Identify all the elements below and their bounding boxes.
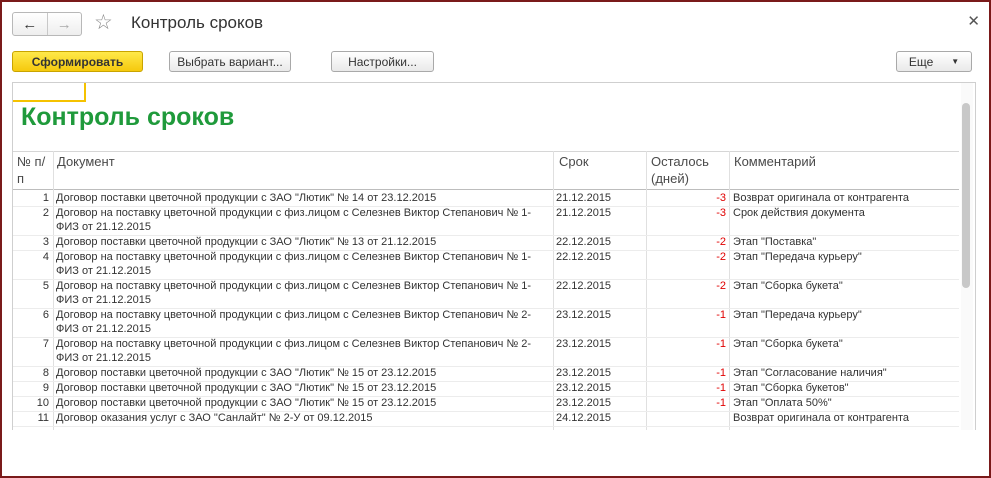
days-left-cell: -1 (716, 309, 726, 321)
days-left-cell: -1 (716, 382, 726, 394)
document-cell: Договор поставки цветочной продукции с З… (56, 367, 437, 379)
table-row[interactable]: 8 Договор поставки цветочной продукции с … (13, 366, 959, 381)
report-document[interactable]: Контроль сроков № п/п Документ Срок Оста… (12, 82, 976, 430)
document-cell: Договор на поставку цветочной продукции … (56, 338, 532, 364)
comment-cell: Возврат оригинала от контрагента (733, 412, 909, 424)
document-cell: Договор на поставку цветочной продукции … (56, 207, 532, 233)
row-number: 5 (42, 280, 49, 292)
comment-cell: Этап "Оплата 50%" (733, 397, 832, 409)
navigation-buttons: ← → (12, 12, 82, 36)
days-left-cell: -2 (716, 280, 726, 292)
row-number: 1 (42, 192, 49, 204)
comment-cell: Срок действия документа (733, 207, 865, 219)
header-top-border (13, 151, 959, 152)
due-date-cell: 24.12.2015 (556, 412, 612, 424)
row-number: 9 (42, 382, 49, 394)
comment-cell: Этап "Поставка" (733, 236, 817, 248)
column-header-date: Срок (559, 154, 589, 169)
row-number: 4 (42, 251, 49, 263)
active-cell-marker (13, 83, 86, 102)
document-cell: Договор поставки цветочной продукции с З… (56, 382, 437, 394)
column-header-days-left: Осталось (дней) (651, 154, 709, 186)
document-cell: Договор на поставку цветочной продукции … (56, 280, 532, 306)
due-date-cell: 23.12.2015 (556, 309, 612, 321)
table-row[interactable]: 11 Договор оказания услуг с ЗАО "Санлайт"… (13, 411, 959, 426)
row-number: 3 (42, 236, 49, 248)
table-row[interactable]: 1 Договор поставки цветочной продукции с … (13, 191, 959, 206)
report-window: ← → ☆ Контроль сроков ✕ Сформировать Выб… (0, 0, 991, 478)
comment-cell: Этап "Передача курьеру" (733, 309, 862, 321)
document-cell: Договор на поставку цветочной продукции … (56, 309, 532, 335)
due-date-cell: 22.12.2015 (556, 280, 612, 292)
table-row[interactable]: 2 Договор на поставку цветочной продукции… (13, 206, 959, 235)
table-row[interactable]: 10 Договор поставки цветочной продукции с… (13, 396, 959, 411)
document-cell: Договор оказания услуг с ЗАО "Санлайт" №… (56, 412, 373, 424)
document-cell: Договор поставки цветочной продукции с З… (56, 397, 437, 409)
star-icon[interactable]: ☆ (94, 11, 113, 35)
document-cell: Договор поставки цветочной продукции с З… (56, 192, 437, 204)
days-left-cell: -3 (716, 192, 726, 204)
choose-variant-button[interactable]: Выбрать вариант... (169, 51, 291, 72)
due-date-cell: 23.12.2015 (556, 338, 612, 350)
column-header-num: № п/п (17, 154, 46, 186)
arrow-left-icon[interactable]: ← (13, 13, 47, 35)
due-date-cell: 23.12.2015 (556, 382, 612, 394)
row-separator (13, 426, 959, 427)
window-title: Контроль сроков (131, 13, 264, 32)
vertical-scrollbar[interactable] (962, 103, 970, 288)
generate-button[interactable]: Сформировать (12, 51, 143, 72)
days-left-cell: -1 (716, 338, 726, 350)
comment-cell: Этап "Сборка букета" (733, 338, 843, 350)
due-date-cell: 22.12.2015 (556, 251, 612, 263)
document-cell: Договор на поставку цветочной продукции … (56, 251, 532, 277)
table-row[interactable]: 7 Договор на поставку цветочной продукции… (13, 337, 959, 366)
report-title: Контроль сроков (21, 103, 235, 131)
comment-cell: Возврат оригинала от контрагента (733, 192, 909, 204)
due-date-cell: 22.12.2015 (556, 236, 612, 248)
row-number: 10 (36, 397, 49, 409)
row-number: 8 (42, 367, 49, 379)
arrow-right-icon[interactable]: → (46, 13, 82, 35)
days-left-cell: -2 (716, 236, 726, 248)
days-left-cell: -2 (716, 251, 726, 263)
settings-button[interactable]: Настройки... (331, 51, 434, 72)
more-button-label: Еще (908, 54, 934, 69)
table-row[interactable]: 4 Договор на поставку цветочной продукции… (13, 250, 959, 279)
row-number: 11 (37, 412, 49, 424)
table-row[interactable]: 3 Договор поставки цветочной продукции с … (13, 235, 959, 250)
due-date-cell: 21.12.2015 (556, 192, 612, 204)
comment-cell: Этап "Сборка букета" (733, 280, 843, 292)
toolbar: Сформировать Выбрать вариант... Настройк… (2, 48, 989, 76)
row-number: 7 (42, 338, 49, 350)
column-header-comment: Комментарий (734, 154, 816, 169)
more-button[interactable]: Еще ▼ (896, 51, 972, 72)
document-cell: Договор поставки цветочной продукции с З… (56, 236, 437, 248)
comment-cell: Этап "Согласование наличия" (733, 367, 887, 379)
days-left-cell: -1 (716, 367, 726, 379)
row-number: 2 (42, 207, 49, 219)
table-row[interactable]: 5 Договор на поставку цветочной продукции… (13, 279, 959, 308)
header-bottom-border (13, 189, 959, 190)
due-date-cell: 23.12.2015 (556, 367, 612, 379)
days-left-cell: -3 (716, 207, 726, 219)
comment-cell: Этап "Сборка букетов" (733, 382, 849, 394)
table-row[interactable]: 6 Договор на поставку цветочной продукции… (13, 308, 959, 337)
chevron-down-icon: ▼ (951, 57, 960, 66)
due-date-cell: 23.12.2015 (556, 397, 612, 409)
due-date-cell: 21.12.2015 (556, 207, 612, 219)
close-icon[interactable]: ✕ (967, 12, 980, 30)
column-header-document: Документ (57, 154, 115, 169)
days-left-cell: -1 (716, 397, 726, 409)
row-number: 6 (42, 309, 49, 321)
comment-cell: Этап "Передача курьеру" (733, 251, 862, 263)
title-bar: ← → ☆ Контроль сроков ✕ (2, 2, 989, 44)
table-row[interactable]: 9 Договор поставки цветочной продукции с … (13, 381, 959, 396)
